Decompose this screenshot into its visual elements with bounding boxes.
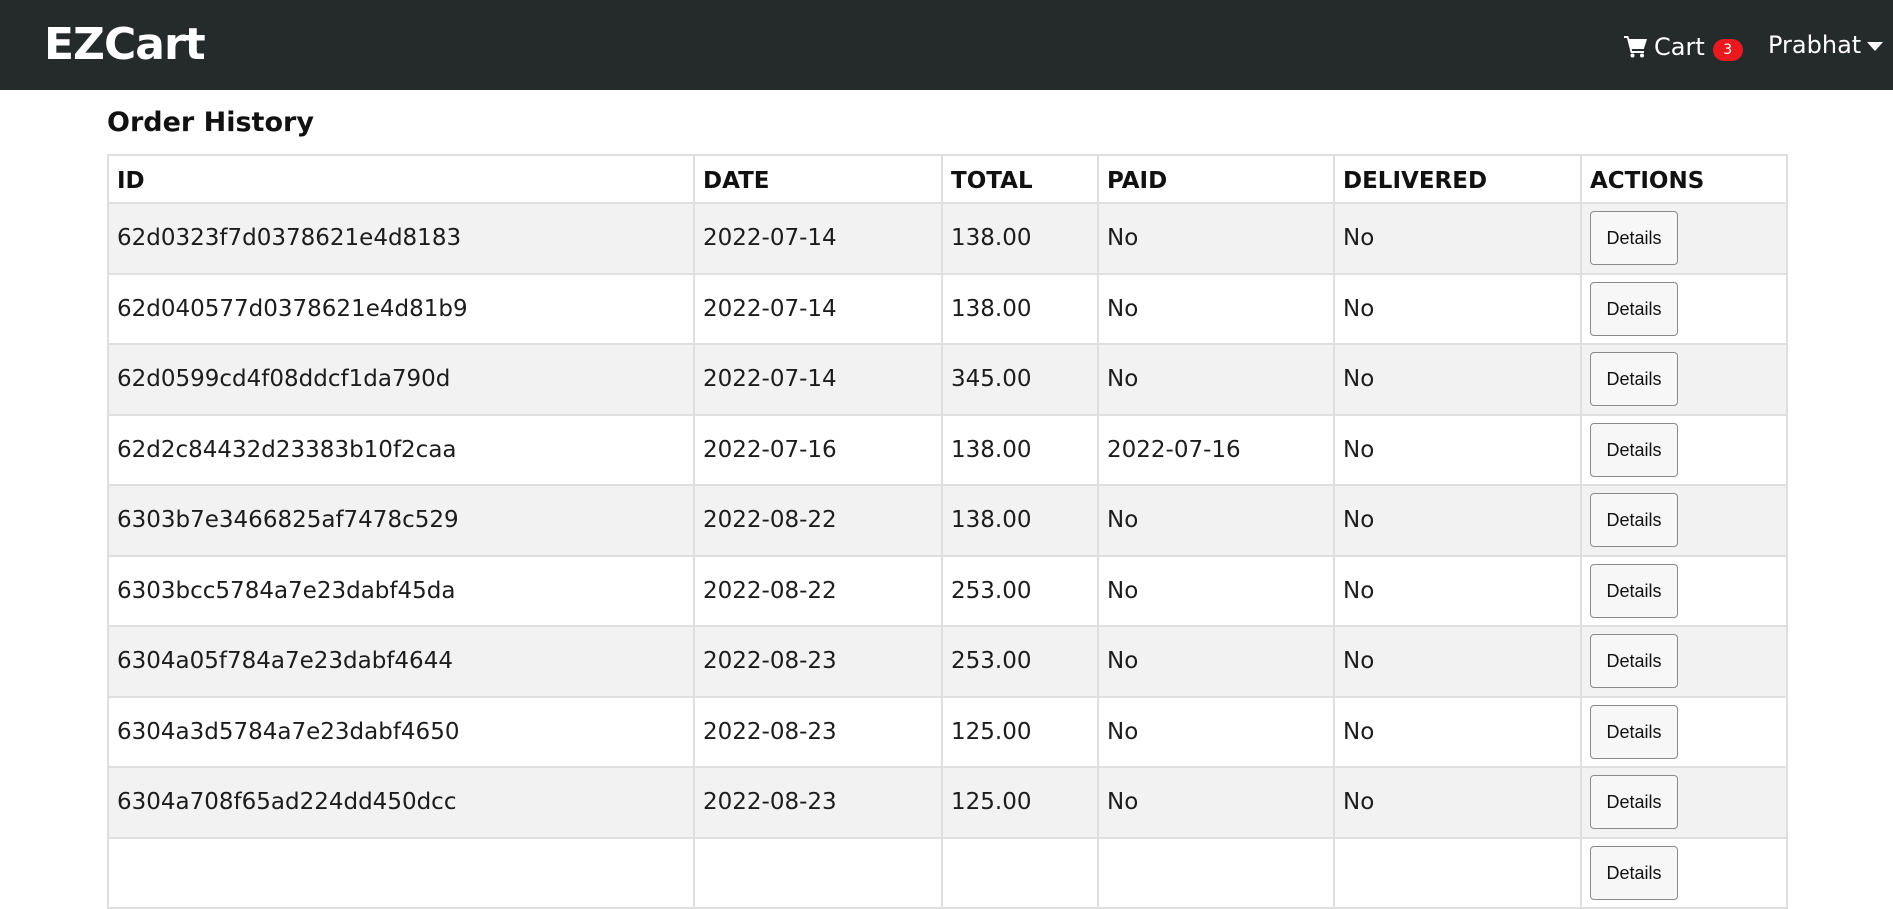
details-button[interactable]: Details (1590, 845, 1678, 900)
order-actions-cell: Details (1580, 554, 1788, 627)
details-button[interactable]: Details (1590, 704, 1678, 759)
order-id-cell: 6303b7e3466825af7478c529 (107, 484, 695, 557)
column-header-delivered: DELIVERED (1333, 154, 1582, 204)
order-delivered-cell: No (1333, 343, 1582, 416)
details-button[interactable]: Details (1590, 211, 1678, 266)
top-navbar: EZCart Cart 3 Prabhat (0, 0, 1893, 90)
order-actions-cell: Details (1580, 413, 1788, 486)
order-delivered-cell: No (1333, 695, 1582, 768)
order-date-cell: 2022-08-23 (693, 625, 943, 698)
order-id-cell: 62d0599cd4f08ddcf1da790d (107, 343, 695, 416)
order-delivered-cell (1333, 836, 1582, 909)
caret-down-icon (1867, 41, 1884, 51)
table-header-row: ID DATE TOTAL PAID DELIVERED ACTIONS (107, 154, 1788, 204)
order-actions-cell: Details (1580, 695, 1788, 768)
order-paid-cell: 2022-07-16 (1097, 413, 1335, 486)
order-date-cell: 2022-08-23 (693, 695, 943, 768)
order-paid-cell: No (1097, 272, 1335, 345)
details-button[interactable]: Details (1590, 634, 1678, 689)
order-delivered-cell: No (1333, 766, 1582, 839)
order-total-cell: 138.00 (941, 484, 1099, 557)
order-delivered-cell: No (1333, 484, 1582, 557)
cart-label: Cart (1654, 33, 1705, 61)
order-paid-cell: No (1097, 695, 1335, 768)
order-actions-cell: Details (1580, 836, 1788, 909)
details-button[interactable]: Details (1590, 563, 1678, 618)
order-total-cell: 253.00 (941, 554, 1099, 627)
order-delivered-cell: No (1333, 625, 1582, 698)
order-paid-cell: No (1097, 554, 1335, 627)
order-total-cell: 138.00 (941, 413, 1099, 486)
brand-logo[interactable]: EZCart (44, 20, 206, 70)
order-paid-cell: No (1097, 343, 1335, 416)
order-id-cell: 6304a3d5784a7e23dabf4650 (107, 695, 695, 768)
order-id-cell: 6303bcc5784a7e23dabf45da (107, 554, 695, 627)
order-id-cell: 6304a708f65ad224dd450dcc (107, 766, 695, 839)
order-history-table-container: ID DATE TOTAL PAID DELIVERED ACTIONS 62d… (107, 154, 1788, 909)
order-date-cell: 2022-07-14 (693, 202, 943, 275)
order-total-cell: 345.00 (941, 343, 1099, 416)
table-row: 62d0323f7d0378621e4d8183 2022-07-14 138.… (107, 202, 1788, 275)
shopping-cart-icon (1624, 36, 1647, 58)
order-total-cell: 253.00 (941, 625, 1099, 698)
cart-count-badge: 3 (1712, 39, 1743, 61)
table-row: 6304a3d5784a7e23dabf4650 2022-08-23 125.… (107, 695, 1788, 768)
order-id-cell (107, 836, 695, 909)
order-delivered-cell: No (1333, 413, 1582, 486)
user-name: Prabhat (1768, 31, 1862, 59)
page-title: Order History (107, 107, 314, 138)
order-date-cell (693, 836, 943, 909)
table-row: 62d0599cd4f08ddcf1da790d 2022-07-14 345.… (107, 343, 1788, 416)
order-date-cell: 2022-08-22 (693, 554, 943, 627)
order-paid-cell: No (1097, 625, 1335, 698)
order-delivered-cell: No (1333, 202, 1582, 275)
order-id-cell: 62d040577d0378621e4d81b9 (107, 272, 695, 345)
order-date-cell: 2022-08-22 (693, 484, 943, 557)
order-total-cell (941, 836, 1099, 909)
order-actions-cell: Details (1580, 484, 1788, 557)
order-total-cell: 138.00 (941, 202, 1099, 275)
table-row: 6304a05f784a7e23dabf4644 2022-08-23 253.… (107, 625, 1788, 698)
order-paid-cell (1097, 836, 1335, 909)
order-paid-cell: No (1097, 202, 1335, 275)
order-total-cell: 138.00 (941, 272, 1099, 345)
details-button[interactable]: Details (1590, 281, 1678, 336)
order-actions-cell: Details (1580, 272, 1788, 345)
order-actions-cell: Details (1580, 625, 1788, 698)
order-id-cell: 62d0323f7d0378621e4d8183 (107, 202, 695, 275)
cart-link[interactable]: Cart 3 (1624, 30, 1743, 64)
table-row: 6304a708f65ad224dd450dcc 2022-08-23 125.… (107, 766, 1788, 839)
order-date-cell: 2022-08-23 (693, 766, 943, 839)
order-date-cell: 2022-07-16 (693, 413, 943, 486)
order-paid-cell: No (1097, 766, 1335, 839)
order-delivered-cell: No (1333, 272, 1582, 345)
order-actions-cell: Details (1580, 202, 1788, 275)
details-button[interactable]: Details (1590, 775, 1678, 830)
column-header-date: DATE (693, 154, 943, 204)
order-date-cell: 2022-07-14 (693, 343, 943, 416)
details-button[interactable]: Details (1590, 493, 1678, 548)
column-header-actions: ACTIONS (1580, 154, 1788, 204)
table-row: 6303b7e3466825af7478c529 2022-08-22 138.… (107, 484, 1788, 557)
order-total-cell: 125.00 (941, 766, 1099, 839)
order-id-cell: 6304a05f784a7e23dabf4644 (107, 625, 695, 698)
table-row: 62d040577d0378621e4d81b9 2022-07-14 138.… (107, 272, 1788, 345)
column-header-total: TOTAL (941, 154, 1099, 204)
order-paid-cell: No (1097, 484, 1335, 557)
table-row: Details (107, 836, 1788, 909)
details-button[interactable]: Details (1590, 352, 1678, 407)
table-row: 62d2c84432d23383b10f2caa 2022-07-16 138.… (107, 413, 1788, 486)
table-row: 6303bcc5784a7e23dabf45da 2022-08-22 253.… (107, 554, 1788, 627)
details-button[interactable]: Details (1590, 422, 1678, 477)
order-actions-cell: Details (1580, 343, 1788, 416)
column-header-id: ID (107, 154, 695, 204)
order-total-cell: 125.00 (941, 695, 1099, 768)
order-actions-cell: Details (1580, 766, 1788, 839)
user-menu-dropdown[interactable]: Prabhat (1768, 30, 1884, 60)
order-history-table: ID DATE TOTAL PAID DELIVERED ACTIONS 62d… (107, 154, 1788, 909)
order-id-cell: 62d2c84432d23383b10f2caa (107, 413, 695, 486)
order-delivered-cell: No (1333, 554, 1582, 627)
order-date-cell: 2022-07-14 (693, 272, 943, 345)
column-header-paid: PAID (1097, 154, 1335, 204)
